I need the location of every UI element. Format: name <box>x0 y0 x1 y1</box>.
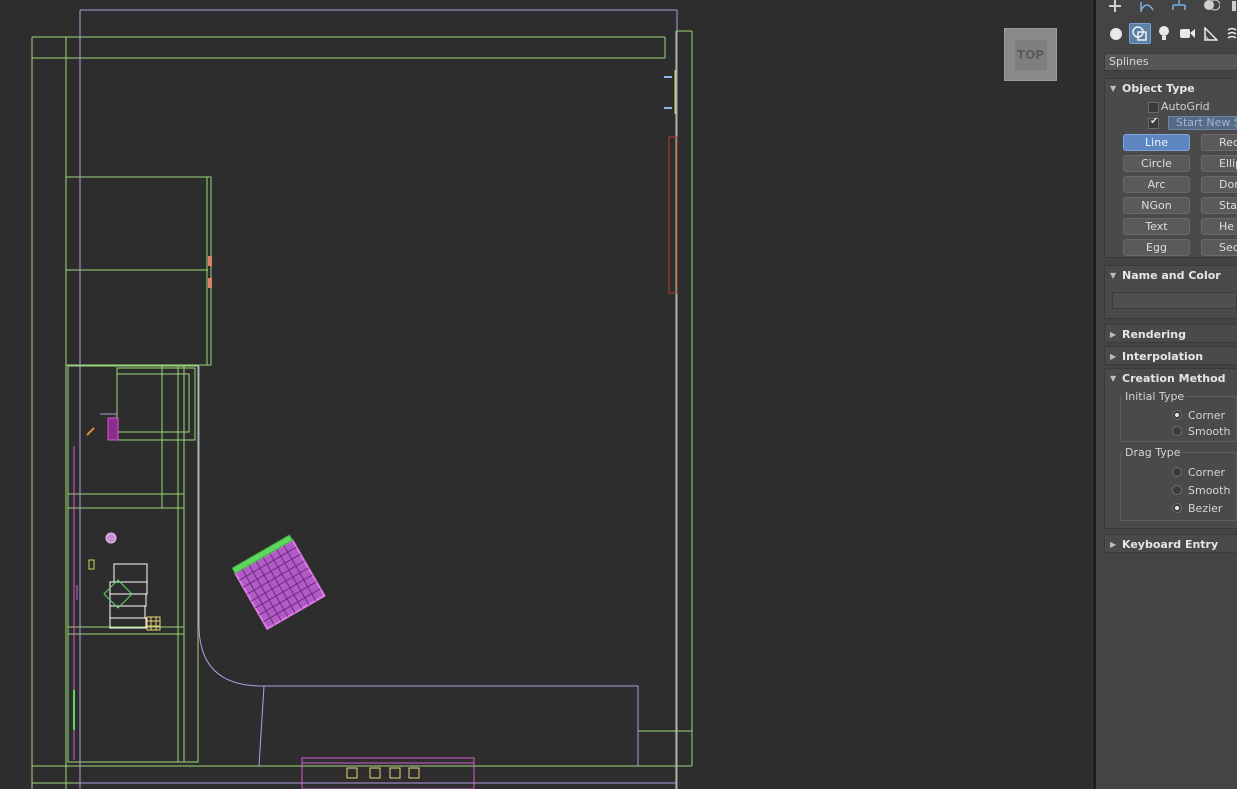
expand-arrow-icon: ▶ <box>1110 352 1117 361</box>
rectangle-button[interactable]: Recta <box>1201 134 1237 151</box>
collapse-arrow-icon: ▼ <box>1110 271 1117 280</box>
line-button[interactable]: Line <box>1123 134 1190 151</box>
drag-type-title: Drag Type <box>1123 446 1183 459</box>
shelf-stack <box>109 563 148 629</box>
object-type-header[interactable]: ▼ Object Type <box>1105 79 1237 98</box>
interpolation-header[interactable]: ▶ Interpolation <box>1105 347 1237 366</box>
interpolation-title: Interpolation <box>1122 350 1204 363</box>
door-handle <box>208 278 212 288</box>
ellipse-button[interactable]: Ellip <box>1201 155 1237 172</box>
drag-corner-label: Corner <box>1188 466 1226 479</box>
initial-smooth-radio[interactable] <box>1172 426 1182 436</box>
modify-icon[interactable] <box>1138 0 1156 12</box>
cameras-icon[interactable] <box>1179 26 1197 40</box>
collapse-arrow-icon: ▼ <box>1110 84 1117 93</box>
geometry-icon[interactable] <box>1108 26 1123 41</box>
drag-bezier-label: Bezier <box>1188 502 1223 515</box>
display-icon[interactable] <box>1230 0 1237 12</box>
start-new-shape-button[interactable]: Start New Sh <box>1168 116 1237 130</box>
object-category-row <box>1096 21 1237 47</box>
text-button[interactable]: Text <box>1123 218 1190 235</box>
initial-corner-radio[interactable] <box>1172 410 1182 420</box>
start-new-shape-checkbox[interactable]: ✔ <box>1148 116 1159 129</box>
interpolation-rollout: ▶ Interpolation <box>1104 346 1237 365</box>
command-panel-tabs <box>1096 0 1237 17</box>
create-icon[interactable] <box>1106 0 1124 12</box>
keyboard-entry-rollout: ▶ Keyboard Entry <box>1104 534 1237 553</box>
object-type-title: Object Type <box>1122 82 1195 95</box>
command-panel: Splines ▼ Object Type AutoGrid ✔ Start N… <box>1096 0 1237 789</box>
arc-button[interactable]: Arc <box>1123 176 1190 193</box>
rendering-rollout: ▶ Rendering <box>1104 324 1237 343</box>
top-viewport[interactable]: TOP <box>0 0 1092 789</box>
grid-object <box>146 616 161 631</box>
expand-arrow-icon: ▶ <box>1110 330 1117 339</box>
creation-method-title: Creation Method <box>1122 372 1226 385</box>
autogrid-label: AutoGrid <box>1161 100 1210 113</box>
vase <box>105 532 117 544</box>
door-handle <box>208 256 212 266</box>
initial-smooth-label: Smooth <box>1188 425 1231 438</box>
spacewarps-icon[interactable] <box>1226 26 1237 41</box>
circle-button[interactable]: Circle <box>1123 155 1190 172</box>
floor-outline <box>79 9 678 789</box>
drag-smooth-label: Smooth <box>1188 484 1231 497</box>
section-button[interactable]: Sect <box>1201 239 1237 256</box>
name-and-color-header[interactable]: ▼ Name and Color <box>1105 266 1237 285</box>
keyboard-entry-title: Keyboard Entry <box>1122 538 1219 551</box>
ngon-button[interactable]: NGon <box>1123 197 1190 214</box>
collapse-arrow-icon: ▼ <box>1110 374 1117 383</box>
viewcube-top-face[interactable]: TOP <box>1014 39 1047 70</box>
helix-button[interactable]: He <box>1201 218 1237 235</box>
object-name-field[interactable] <box>1112 292 1237 309</box>
rendering-header[interactable]: ▶ Rendering <box>1105 325 1237 344</box>
expand-arrow-icon: ▶ <box>1110 540 1117 549</box>
selected-chair[interactable] <box>231 534 326 631</box>
rendering-title: Rendering <box>1122 328 1186 341</box>
egg-button[interactable]: Egg <box>1123 239 1190 256</box>
wall-lights <box>664 76 672 109</box>
category-dropdown[interactable]: Splines <box>1104 53 1237 71</box>
hierarchy-icon[interactable] <box>1170 0 1188 12</box>
creation-method-header[interactable]: ▼ Creation Method <box>1105 369 1237 388</box>
initial-corner-label: Corner <box>1188 409 1226 422</box>
drag-corner-radio[interactable] <box>1172 467 1182 477</box>
shapes-icon[interactable] <box>1129 23 1151 44</box>
drag-bezier-radio[interactable] <box>1172 503 1182 513</box>
autogrid-checkbox[interactable] <box>1148 102 1159 113</box>
floorplan-drawing <box>31 9 693 789</box>
checkmark-icon: ✔ <box>1150 116 1159 127</box>
name-and-color-title: Name and Color <box>1122 269 1221 282</box>
initial-type-title: Initial Type <box>1123 390 1187 403</box>
star-button[interactable]: Sta <box>1201 197 1237 214</box>
wall-object <box>107 417 119 441</box>
walls <box>31 30 693 789</box>
drag-smooth-radio[interactable] <box>1172 485 1182 495</box>
donut-button[interactable]: Don <box>1201 176 1237 193</box>
helpers-icon[interactable] <box>1203 26 1219 41</box>
keyboard-entry-header[interactable]: ▶ Keyboard Entry <box>1105 535 1237 554</box>
bottom-drawers <box>346 767 420 779</box>
motion-icon[interactable] <box>1202 0 1220 12</box>
viewcube[interactable]: TOP <box>1004 28 1057 81</box>
lights-icon[interactable] <box>1156 25 1172 41</box>
